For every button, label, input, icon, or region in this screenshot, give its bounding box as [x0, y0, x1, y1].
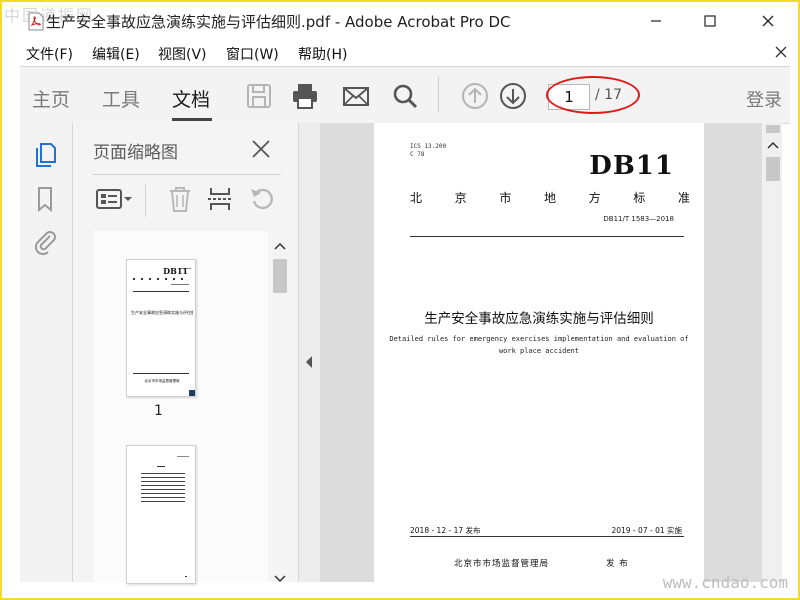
ics-code: ICS 13.200: [410, 143, 447, 150]
thumbnail-options-icon[interactable]: [95, 185, 135, 213]
thumbnails-panel: 页面缩略图 DB11 生产安全事故应急演练实施与评估细则 北京市市场监督管理局 …: [73, 123, 298, 584]
thumb-standard-line: [133, 278, 189, 280]
standard-char: 准: [677, 191, 690, 205]
red-annotation-ellipse: [546, 76, 640, 114]
delete-page-icon[interactable]: [165, 185, 195, 213]
watermark-bottom-right: www.cndao.com: [662, 573, 788, 592]
thumbnail-page-number: 1: [154, 403, 163, 419]
pdf-file-icon: [28, 12, 44, 31]
maximize-icon: [704, 15, 716, 27]
close-icon: [762, 15, 774, 27]
thumb2-text-block: [141, 473, 185, 503]
title-bar: 中国道振网 生产安全事故应急演练实施与评估细则.pdf - Adobe Acro…: [2, 2, 798, 40]
thumb-db-label: DB11: [163, 266, 188, 276]
standard-char: 京: [454, 191, 467, 205]
rotate-page-icon[interactable]: [247, 185, 277, 213]
minimize-button[interactable]: [636, 8, 676, 34]
standard-char: 市: [499, 191, 512, 205]
navigation-rail: [20, 123, 73, 582]
minimize-icon: [651, 20, 661, 22]
header-rule: [410, 236, 684, 237]
tab-document[interactable]: 文档: [172, 85, 210, 112]
thumb-corner-mark: [189, 390, 195, 396]
standard-number: DB11/T 1583—2018: [603, 215, 674, 223]
thumbnail-list: DB11 生产安全事故应急演练实施与评估细则 北京市市场监督管理局 1: [93, 231, 268, 584]
previous-page-icon[interactable]: [460, 81, 490, 111]
tab-tools[interactable]: 工具: [102, 85, 140, 112]
menu-window[interactable]: 窗口(W): [226, 44, 279, 64]
toolbar-separator: [438, 77, 439, 113]
menu-edit[interactable]: 编辑(E): [92, 44, 140, 64]
footer-rule: [410, 536, 684, 537]
thumb-rule-bottom: [133, 373, 189, 374]
thumb-rule: [133, 291, 189, 292]
standard-char: 地: [543, 191, 556, 205]
panel-collapse-strip[interactable]: [298, 123, 321, 582]
standard-char: 标: [633, 191, 646, 205]
standard-char: 北: [410, 191, 423, 205]
panel-toolbar-separator: [145, 185, 146, 217]
thumbnail-scrollbar[interactable]: [271, 239, 289, 582]
panel-title: 页面缩略图: [93, 143, 178, 163]
bookmark-icon[interactable]: [32, 185, 58, 213]
search-icon[interactable]: [390, 81, 420, 111]
document-title: 生产安全事故应急演练实施与评估细则: [424, 311, 654, 327]
effective-date: 2019 - 07 - 01 实施: [611, 526, 682, 535]
thumb2-page-mark: [185, 576, 187, 577]
insert-page-icon[interactable]: [205, 185, 235, 213]
thumb-std-no: [171, 284, 189, 285]
app-window: 中国道振网 生产安全事故应急演练实施与评估细则.pdf - Adobe Acro…: [0, 0, 800, 600]
standard-db-code: DB11: [589, 151, 674, 181]
thumb-title: 生产安全事故应急演练实施与评估细则: [131, 310, 193, 315]
tab-home[interactable]: 主页: [32, 85, 70, 112]
page-thumbnails-icon[interactable]: [32, 141, 58, 169]
ccs-code: C 78: [410, 151, 425, 158]
document-page-1: ICS 13.200 C 78 DB11 北 京 市 地 方 标 准 DB11/…: [374, 123, 704, 582]
panel-divider: [93, 174, 281, 175]
active-tab-indicator: [172, 118, 212, 121]
save-icon[interactable]: [244, 81, 274, 111]
document-scrollbar[interactable]: [762, 123, 782, 582]
close-panel-icon[interactable]: [251, 139, 271, 159]
collapse-arrow-icon[interactable]: [304, 355, 314, 369]
thumb-issuer: 北京市市场监督管理局: [144, 379, 180, 383]
email-icon[interactable]: [341, 81, 371, 111]
maximize-button[interactable]: [690, 8, 730, 34]
login-link[interactable]: 登录: [746, 86, 782, 112]
page-thumbnail-2[interactable]: [126, 445, 196, 584]
thumb2-header-mark: [177, 456, 189, 457]
standard-type-line: 北 京 市 地 方 标 准: [410, 189, 690, 206]
menu-file[interactable]: 文件(F): [26, 44, 73, 64]
menu-help[interactable]: 帮助(H): [298, 44, 347, 64]
attachment-icon[interactable]: [32, 227, 58, 255]
issue-date: 2018 - 12 - 17 发布: [410, 526, 481, 535]
page-thumbnail-1[interactable]: DB11 生产安全事故应急演练实施与评估细则 北京市市场监督管理局: [126, 259, 196, 397]
issuing-authority: 北京市市场监督管理局: [454, 559, 550, 569]
next-page-icon[interactable]: [498, 81, 528, 111]
english-title-line-2: work place accident: [498, 347, 580, 355]
main-toolbar: 主页 工具 文档 1 / 17 登录: [20, 66, 790, 124]
window-title: 生产安全事故应急演练实施与评估细则.pdf - Adobe Acrobat Pr…: [46, 13, 511, 31]
print-icon[interactable]: [290, 81, 320, 111]
english-title-line-1: Detailed rules for emergency exercises i…: [389, 335, 689, 343]
standard-char: 方: [588, 191, 601, 205]
menu-bar: 文件(F) 编辑(E) 视图(V) 窗口(W) 帮助(H): [2, 40, 798, 66]
close-document-icon[interactable]: [774, 45, 788, 59]
issue-word: 发 布: [606, 559, 629, 569]
close-window-button[interactable]: [748, 8, 788, 34]
menu-view[interactable]: 视图(V): [158, 44, 207, 64]
thumb2-heading: [157, 466, 165, 467]
